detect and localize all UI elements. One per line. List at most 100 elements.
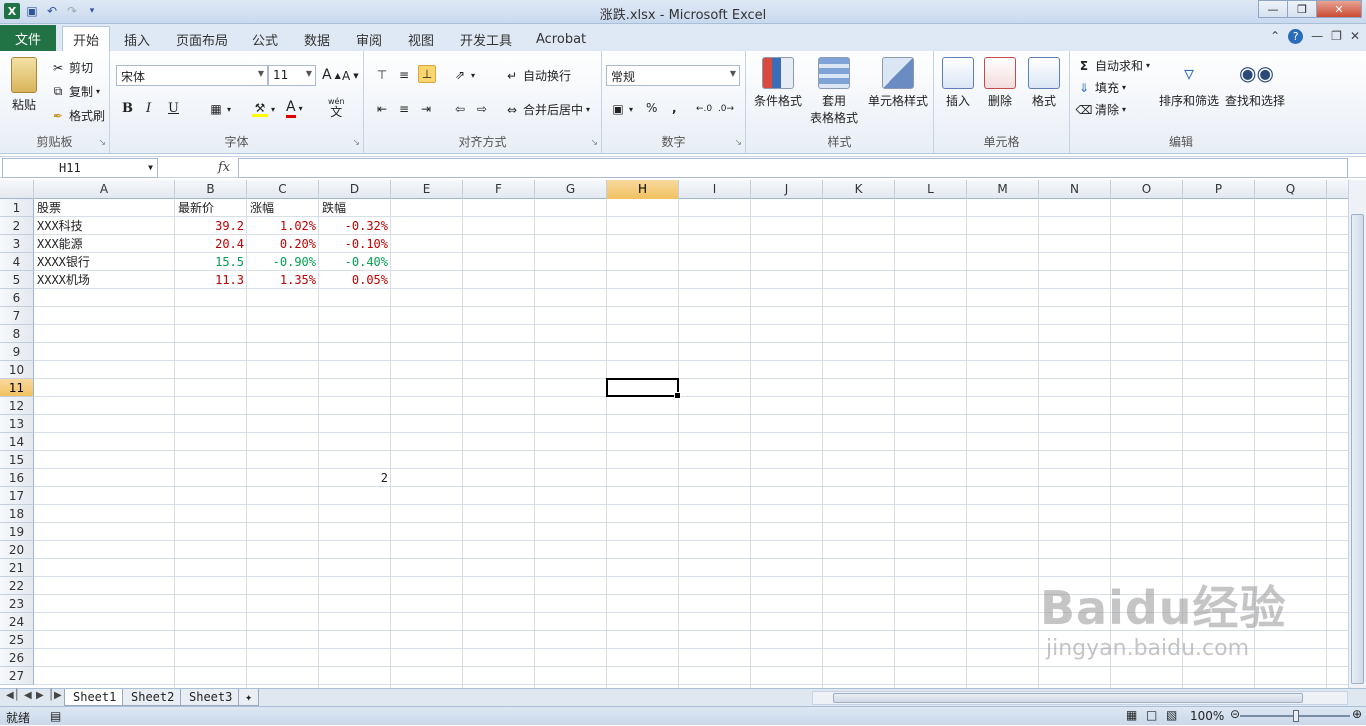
close-button[interactable]: ✕ (1316, 0, 1362, 18)
row-header-15[interactable]: 15 (0, 451, 34, 469)
tab-data[interactable]: 数据 (294, 28, 340, 51)
clear-button[interactable]: ⌫ 清除 ▾ (1076, 101, 1127, 118)
tab-developer[interactable]: 开发工具 (450, 28, 522, 51)
orientation-button[interactable]: ⇗ ▾ (452, 67, 475, 83)
align-center-button[interactable]: ≡ (396, 101, 412, 117)
row-header-16[interactable]: 16 (0, 469, 34, 487)
tab-review[interactable]: 审阅 (346, 28, 392, 51)
column-header-e[interactable]: E (391, 180, 463, 199)
first-sheet-icon[interactable]: ◀│ (6, 690, 20, 701)
merge-center-button[interactable]: ⇔ 合并后居中 ▾ (504, 101, 590, 118)
column-header-j[interactable]: J (751, 180, 823, 199)
cell-b5[interactable]: 11.3 (175, 271, 247, 289)
tab-insert[interactable]: 插入 (114, 28, 160, 51)
row-header-5[interactable]: 5 (0, 271, 34, 289)
cell-d5[interactable]: 0.05% (319, 271, 391, 289)
row-header-24[interactable]: 24 (0, 613, 34, 631)
zoom-slider[interactable] (1240, 710, 1350, 722)
row-header-11[interactable]: 11 (0, 379, 34, 397)
tab-home[interactable]: 开始 (62, 26, 111, 51)
sort-filter-button[interactable]: ▿ 排序和筛选 (1158, 57, 1220, 109)
fill-button[interactable]: ⇓ 填充 ▾ (1076, 79, 1126, 96)
select-all-corner[interactable] (0, 180, 34, 199)
font-color-button[interactable]: A ▾ (286, 99, 303, 118)
row-header-7[interactable]: 7 (0, 307, 34, 325)
row-header-23[interactable]: 23 (0, 595, 34, 613)
cell-a4[interactable]: XXXX银行 (34, 253, 175, 271)
cell-d16[interactable]: 2 (319, 469, 391, 487)
tab-file[interactable]: 文件 (0, 25, 56, 51)
underline-button[interactable]: U (168, 101, 179, 116)
scroll-thumb[interactable] (833, 693, 1303, 703)
cell-c3[interactable]: 0.20% (247, 235, 319, 253)
row-header-20[interactable]: 20 (0, 541, 34, 559)
next-sheet-icon[interactable]: ▶ (36, 690, 44, 701)
row-header-8[interactable]: 8 (0, 325, 34, 343)
percent-button[interactable]: % (646, 101, 657, 115)
row-header-26[interactable]: 26 (0, 649, 34, 667)
copy-button[interactable]: ⧉ 复制 ▾ (50, 83, 100, 100)
column-header-g[interactable]: G (535, 180, 607, 199)
align-left-button[interactable]: ⇤ (374, 101, 390, 117)
row-header-3[interactable]: 3 (0, 235, 34, 253)
row-header-9[interactable]: 9 (0, 343, 34, 361)
row-header-14[interactable]: 14 (0, 433, 34, 451)
column-header-l[interactable]: L (895, 180, 967, 199)
cell-d2[interactable]: -0.32% (319, 217, 391, 235)
collapse-ribbon-icon[interactable]: ⌃ (1270, 29, 1280, 44)
row-header-19[interactable]: 19 (0, 523, 34, 541)
row-header-12[interactable]: 12 (0, 397, 34, 415)
cell-b2[interactable]: 39.2 (175, 217, 247, 235)
cut-button[interactable]: ✂ 剪切 (50, 59, 93, 76)
cell-c1[interactable]: 涨幅 (247, 199, 319, 217)
column-header-o[interactable]: O (1111, 180, 1183, 199)
row-header-17[interactable]: 17 (0, 487, 34, 505)
conditional-format-button[interactable]: 条件格式 (750, 57, 806, 109)
zoom-level[interactable]: 100% (1190, 709, 1224, 723)
find-select-button[interactable]: ◉◉ 查找和选择 (1224, 57, 1286, 109)
cell-a5[interactable]: XXXX机场 (34, 271, 175, 289)
active-cell-selection[interactable] (606, 378, 681, 399)
doc-close-icon[interactable]: ✕ (1350, 29, 1360, 44)
page-break-view-icon[interactable]: ▧ (1166, 708, 1177, 722)
new-sheet-icon[interactable]: ✦ (238, 689, 260, 706)
macro-record-icon[interactable]: ▤ (50, 709, 61, 723)
increase-decimal-button[interactable]: ←.0 (696, 101, 712, 117)
row-header-21[interactable]: 21 (0, 559, 34, 577)
row-header-10[interactable]: 10 (0, 361, 34, 379)
cell-styles-button[interactable]: 单元格样式 (864, 57, 932, 109)
row-header-4[interactable]: 4 (0, 253, 34, 271)
zoom-in-icon[interactable]: ⊕ (1352, 707, 1362, 721)
alignment-dialog-launcher-icon[interactable]: ↘ (590, 138, 598, 148)
row-header-13[interactable]: 13 (0, 415, 34, 433)
cell-b1[interactable]: 最新价 (175, 199, 247, 217)
cell-c4[interactable]: -0.90% (247, 253, 319, 271)
column-header-n[interactable]: N (1039, 180, 1111, 199)
format-painter-button[interactable]: ✒ 格式刷 (50, 107, 105, 124)
grow-font-button[interactable]: A ▲ (322, 67, 341, 83)
cell-b4[interactable]: 15.5 (175, 253, 247, 271)
format-cells-button[interactable]: 格式 (1026, 57, 1062, 109)
number-format-combo[interactable]: 常规 ▼ (606, 65, 740, 86)
zoom-out-icon[interactable]: ⊝ (1230, 707, 1240, 721)
vertical-scrollbar[interactable] (1348, 180, 1366, 688)
formula-input[interactable] (238, 158, 1348, 178)
wrap-text-button[interactable]: ↵ 自动换行 (504, 67, 571, 84)
decrease-indent-button[interactable]: ⇦ (452, 101, 468, 117)
scroll-thumb[interactable] (1351, 214, 1364, 684)
paste-button[interactable]: 粘贴 (6, 57, 42, 113)
tab-acrobat[interactable]: Acrobat (526, 28, 596, 51)
align-middle-button[interactable]: ≡ (396, 67, 412, 83)
tab-formulas[interactable]: 公式 (242, 28, 288, 51)
row-header-18[interactable]: 18 (0, 505, 34, 523)
fill-color-button[interactable]: ⚒ ▾ (252, 101, 275, 117)
autosum-button[interactable]: Σ 自动求和 ▾ (1076, 57, 1150, 74)
horizontal-scrollbar[interactable] (812, 691, 1348, 705)
prev-sheet-icon[interactable]: ◀ (24, 690, 32, 701)
row-header-2[interactable]: 2 (0, 217, 34, 235)
column-header-a[interactable]: A (34, 180, 175, 199)
delete-cells-button[interactable]: 删除 (982, 57, 1018, 109)
clipboard-dialog-launcher-icon[interactable]: ↘ (98, 138, 106, 148)
italic-button[interactable]: I (146, 101, 151, 116)
column-header-m[interactable]: M (967, 180, 1039, 199)
